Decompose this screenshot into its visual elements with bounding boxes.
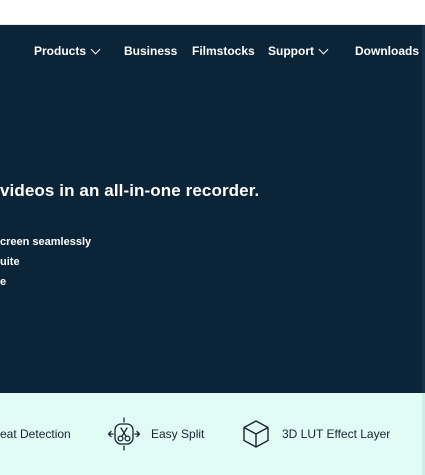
hero-headline: videos in an all-in-one recorder. [0,181,260,200]
nav-item-support[interactable]: Support [268,44,329,58]
chevron-down-icon [318,44,329,54]
nav-item-filmstocks[interactable]: Filmstocks [192,44,255,58]
nav-item-products[interactable]: Products [34,44,101,58]
feature-label: Easy Split [151,427,205,441]
hero-feature-item: creen seamlessly [0,236,92,248]
nav-item-downloads[interactable]: Downloads [355,44,425,58]
nav-item-label: Support [268,44,314,58]
hero-feature-list: creen seamlessly uite e [0,235,91,295]
feature-beat-detection[interactable]: eat Detection [0,393,71,475]
chevron-down-icon [90,44,101,54]
cube-3d-icon [240,418,272,450]
nav-item-label: Downloads [355,44,420,58]
hero-section: Products Business Filmstocks Support Dow… [0,25,425,393]
feature-3d-lut-effect-layer[interactable]: 3D LUT Effect Layer [240,393,390,475]
nav-item-label: Products [34,44,87,58]
main-nav: Products Business Filmstocks Support Dow… [0,25,425,77]
nav-item-label: Business [124,44,178,58]
nav-item-business[interactable]: Business [124,44,177,58]
browser-top-strip [0,0,425,25]
hero-feature-item: e [0,276,7,288]
feature-band: eat Detection Easy Split 3D LUT Effect L [0,393,425,475]
hero-feature-item: uite [0,256,20,268]
feature-label: eat Detection [0,427,71,441]
feature-easy-split[interactable]: Easy Split [106,393,204,475]
scissors-split-icon [106,416,142,452]
nav-item-label: Filmstocks [192,44,255,58]
feature-label: 3D LUT Effect Layer [282,427,391,441]
